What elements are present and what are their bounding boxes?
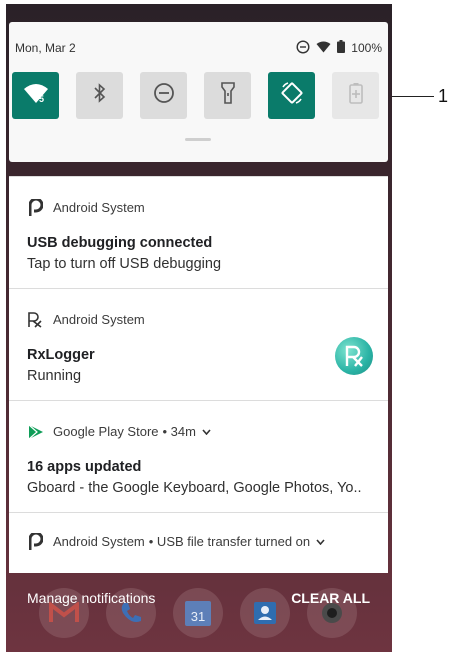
battery-saver-icon bbox=[348, 82, 363, 109]
notification-rxlogger[interactable]: Android System RxLogger Running bbox=[9, 288, 388, 400]
app-name: Google Play Store bbox=[53, 424, 159, 439]
do-not-disturb-tile[interactable] bbox=[140, 72, 187, 119]
chevron-down-icon[interactable] bbox=[202, 428, 211, 435]
notification-header: Google Play Store • 34m bbox=[27, 423, 211, 440]
calendar-day: 31 bbox=[191, 609, 205, 624]
notification-title: USB debugging connected bbox=[27, 235, 213, 251]
app-name: Android System bbox=[53, 534, 145, 549]
notification-title: RxLogger bbox=[27, 347, 95, 363]
auto-rotate-tile[interactable] bbox=[268, 72, 315, 119]
wifi-icon: 5 bbox=[23, 82, 49, 109]
notification-text: Running bbox=[27, 368, 82, 384]
flashlight-tile[interactable] bbox=[204, 72, 251, 119]
play-store-icon bbox=[27, 423, 44, 440]
status-icons: 100% bbox=[296, 39, 382, 57]
do-not-disturb-icon bbox=[296, 39, 310, 57]
bluetooth-tile[interactable] bbox=[76, 72, 123, 119]
status-row: Mon, Mar 2 100% bbox=[15, 38, 382, 58]
notification-text: Gboard - the Google Keyboard, Google Pho… bbox=[27, 480, 362, 496]
battery-saver-tile[interactable] bbox=[332, 72, 379, 119]
date-label: Mon, Mar 2 bbox=[15, 41, 76, 55]
quick-settings-panel: Mon, Mar 2 100% 5 bbox=[9, 22, 388, 162]
callout-line bbox=[392, 96, 434, 97]
clear-all-button[interactable]: CLEAR ALL bbox=[291, 590, 370, 606]
flashlight-icon bbox=[220, 82, 235, 109]
phone-screen: Mon, Mar 2 100% 5 Android System USB deb… bbox=[6, 4, 392, 652]
battery-icon bbox=[337, 40, 346, 56]
notification-usb-transfer[interactable]: Android System • USB file transfer turne… bbox=[9, 512, 388, 573]
android-system-icon bbox=[27, 199, 44, 216]
notification-usb-debugging[interactable]: Android System USB debugging connected T… bbox=[9, 176, 388, 288]
do-not-disturb-icon bbox=[153, 82, 175, 109]
rxlogger-logo-icon bbox=[335, 337, 373, 375]
battery-percent: 100% bbox=[351, 41, 382, 55]
drag-handle[interactable] bbox=[185, 138, 211, 141]
manage-notifications-button[interactable]: Manage notifications bbox=[27, 590, 155, 606]
android-system-icon bbox=[27, 533, 44, 550]
chevron-down-icon[interactable] bbox=[316, 538, 325, 545]
app-name: Android System bbox=[53, 200, 145, 215]
home-dock: 31 Manage notifications CLEAR ALL bbox=[6, 574, 392, 652]
quick-settings-tiles: 5 bbox=[12, 72, 379, 119]
bluetooth-icon bbox=[93, 83, 107, 108]
notification-title: 16 apps updated bbox=[27, 459, 142, 475]
notification-play-store[interactable]: Google Play Store • 34m 16 apps updated … bbox=[9, 400, 388, 512]
notification-list: Android System USB debugging connected T… bbox=[9, 176, 388, 573]
notification-header: Android System bbox=[27, 199, 145, 216]
notification-text: Tap to turn off USB debugging bbox=[27, 256, 222, 272]
notification-header: Android System • USB file transfer turne… bbox=[27, 533, 325, 550]
auto-rotate-icon bbox=[280, 81, 304, 110]
app-name: Android System bbox=[53, 312, 145, 327]
wifi-badge: 5 bbox=[39, 94, 44, 104]
notification-header: Android System bbox=[27, 311, 145, 328]
notification-meta: • 34m bbox=[162, 424, 196, 439]
notification-meta: • USB file transfer turned on bbox=[148, 534, 311, 549]
wifi-icon bbox=[316, 41, 331, 56]
wifi-tile[interactable]: 5 bbox=[12, 72, 59, 119]
contacts-icon[interactable] bbox=[240, 588, 290, 638]
calendar-icon[interactable]: 31 bbox=[173, 588, 223, 638]
rx-icon bbox=[27, 311, 44, 328]
callout-number: 1 bbox=[438, 86, 449, 106]
